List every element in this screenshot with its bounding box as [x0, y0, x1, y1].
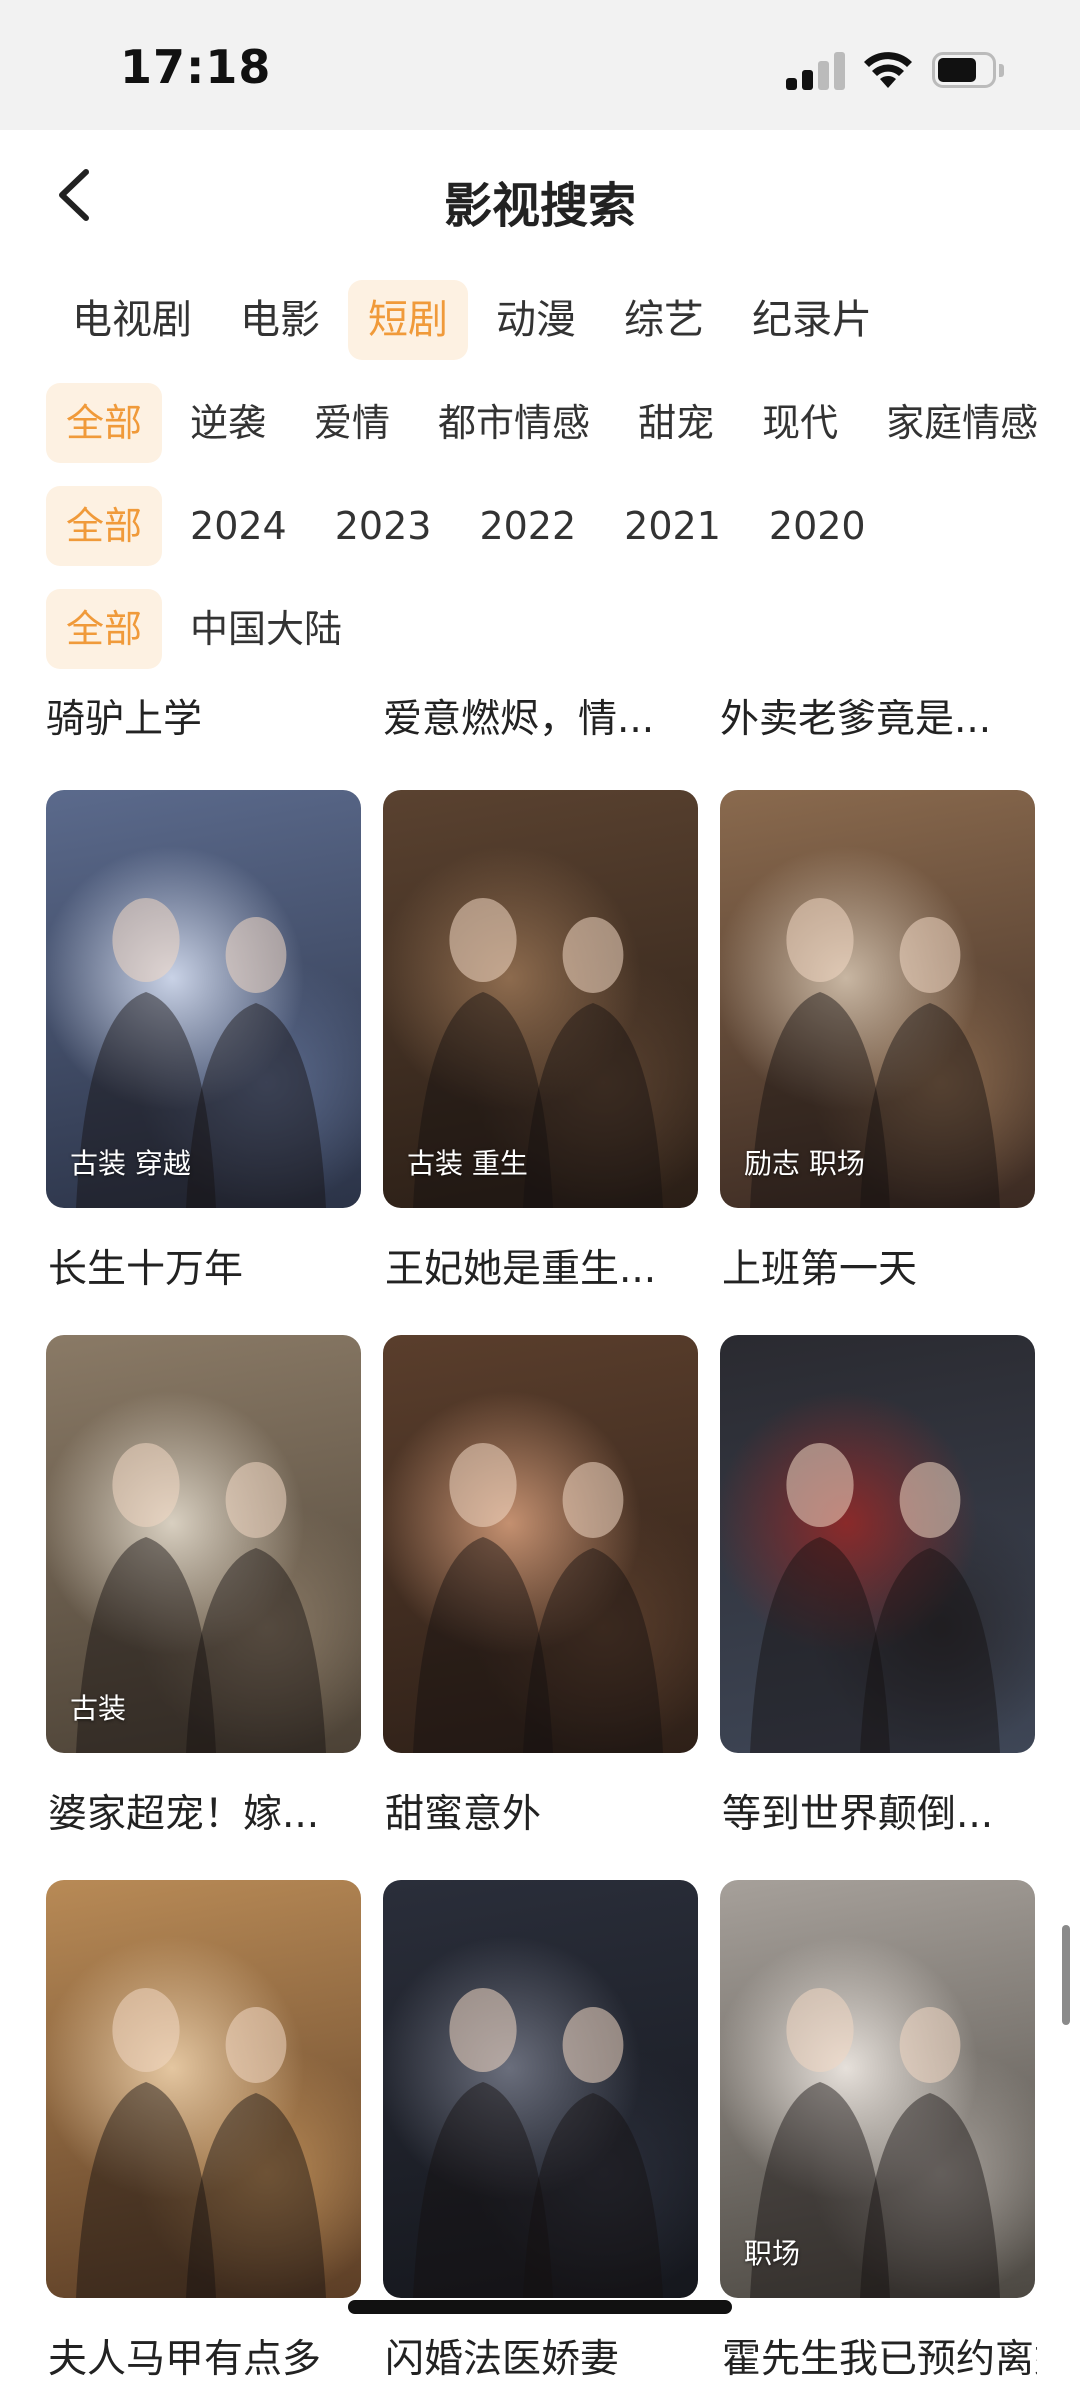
show-title[interactable]: 王妃她是重生...: [385, 1238, 700, 1294]
genre-sweet[interactable]: 甜宠: [618, 383, 734, 463]
poster-image[interactable]: 职场: [720, 1880, 1035, 2298]
genre-urban-emotion[interactable]: 都市情感: [418, 383, 610, 463]
poster-tag: 励志 职场: [744, 1147, 865, 1180]
year-2023[interactable]: 2023: [315, 486, 452, 566]
poster-artwork: [750, 1443, 1000, 1753]
tab-variety[interactable]: 综艺: [604, 280, 724, 360]
poster-image[interactable]: 古装 重生: [383, 790, 698, 1208]
poster-image[interactable]: 励志 职场: [720, 790, 1035, 1208]
genre-comeback[interactable]: 逆袭: [170, 383, 286, 463]
scrollbar[interactable]: [1062, 1925, 1070, 2025]
year-2020[interactable]: 2020: [749, 486, 886, 566]
genre-all[interactable]: 全部: [46, 383, 163, 463]
show-title[interactable]: 外卖老爹竟是...: [720, 688, 1035, 744]
poster-artwork: [76, 1988, 326, 2298]
genre-romance[interactable]: 爱情: [294, 383, 410, 463]
status-bar: 17:18: [0, 0, 1080, 130]
genre-filter: 全部 逆袭 爱情 都市情感 甜宠 现代 家庭情感: [46, 383, 1066, 463]
poster-tag: 古装 穿越: [70, 1147, 191, 1180]
show-title[interactable]: 长生十万年: [48, 1238, 363, 1294]
poster-image[interactable]: [383, 1880, 698, 2298]
tab-movie[interactable]: 电影: [220, 280, 340, 360]
show-title[interactable]: 甜蜜意外: [385, 1783, 700, 1839]
poster-image[interactable]: 古装 穿越: [46, 790, 361, 1208]
home-indicator: [348, 2300, 732, 2314]
poster-image[interactable]: 古装: [46, 1335, 361, 1753]
tab-documentary[interactable]: 纪录片: [732, 280, 892, 360]
show-title[interactable]: 爱意燃烬，情...: [383, 688, 698, 744]
poster-artwork: [413, 1443, 663, 1753]
show-title[interactable]: 夫人马甲有点多: [48, 2328, 363, 2384]
header: 影视搜索: [0, 130, 1080, 260]
tab-anime[interactable]: 动漫: [476, 280, 596, 360]
poster-tag: 古装: [70, 1692, 127, 1725]
poster-image[interactable]: [720, 1335, 1035, 1753]
tab-tv-series[interactable]: 电视剧: [52, 280, 212, 360]
year-2024[interactable]: 2024: [170, 486, 307, 566]
poster-image[interactable]: [46, 1880, 361, 2298]
page-title: 影视搜索: [443, 178, 636, 234]
year-filter: 全部 2024 2023 2022 2021 2020: [46, 486, 894, 566]
genre-family[interactable]: 家庭情感: [866, 383, 1058, 463]
cellular-signal-icon: [786, 52, 846, 90]
poster-tag: 古装 重生: [407, 1147, 528, 1180]
show-title[interactable]: 等到世界颠倒...: [722, 1783, 1037, 1839]
show-title[interactable]: 上班第一天: [722, 1238, 1037, 1294]
show-title[interactable]: 霍先生我已预约离婚: [722, 2328, 1037, 2384]
region-all[interactable]: 全部: [46, 589, 163, 669]
year-2022[interactable]: 2022: [459, 486, 596, 566]
poster-artwork: [413, 1988, 663, 2298]
poster-tag: 职场: [744, 2237, 801, 2270]
year-all[interactable]: 全部: [46, 486, 163, 566]
year-2021[interactable]: 2021: [604, 486, 741, 566]
category-tabs: 电视剧 电影 短剧 动漫 综艺 纪录片: [52, 280, 900, 360]
show-title[interactable]: 婆家超宠！嫁...: [48, 1783, 363, 1839]
genre-modern[interactable]: 现代: [742, 383, 858, 463]
show-title[interactable]: 骑驴上学: [46, 688, 361, 744]
region-mainland-china[interactable]: 中国大陆: [170, 589, 362, 669]
battery-icon: [932, 52, 1006, 90]
wifi-icon: [864, 52, 912, 88]
show-title[interactable]: 闪婚法医娇妻: [385, 2328, 700, 2384]
poster-image[interactable]: [383, 1335, 698, 1753]
region-filter: 全部 中国大陆: [46, 589, 370, 669]
tab-short-drama[interactable]: 短剧: [348, 280, 468, 360]
status-time: 17:18: [120, 40, 272, 94]
